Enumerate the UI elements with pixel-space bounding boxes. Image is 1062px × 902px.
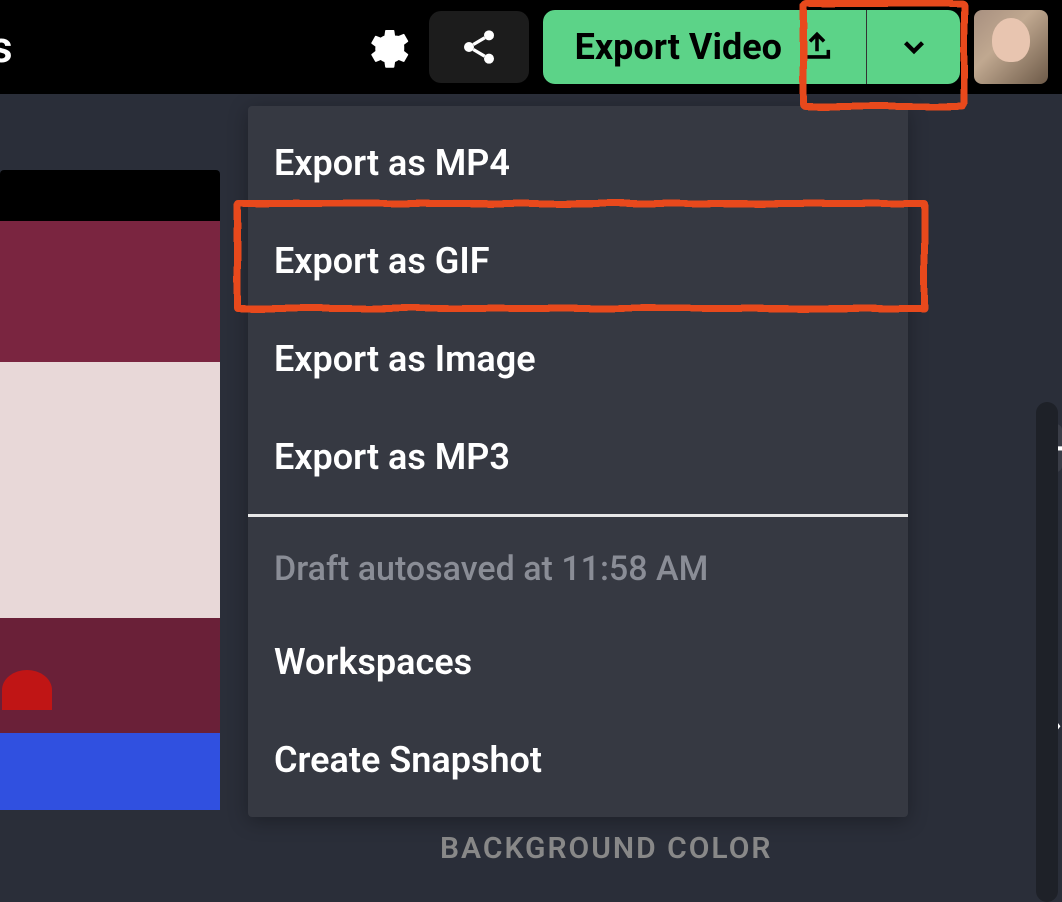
menu-item-label: Workspaces <box>274 641 472 683</box>
menu-item-label: Export as MP3 <box>274 436 510 478</box>
background-color-label: BACKGROUND COLOR <box>440 831 772 866</box>
autosave-status: Draft autosaved at 11:58 AM <box>248 525 908 613</box>
export-button-group: Export Video <box>543 10 960 84</box>
menu-item-label: Export as GIF <box>274 240 490 282</box>
share-icon <box>459 27 499 67</box>
menu-item-snapshot[interactable]: Create Snapshot <box>248 711 908 809</box>
avatar-face <box>992 18 1030 62</box>
upload-icon <box>800 30 834 64</box>
menu-item-export-gif[interactable]: Export as GIF <box>248 212 908 310</box>
settings-button[interactable] <box>359 19 415 75</box>
top-toolbar: s Export Video <box>0 0 1062 94</box>
export-dropdown-menu: Export as MP4 Export as GIF Export as Im… <box>248 106 908 817</box>
export-video-button[interactable]: Export Video <box>543 10 866 84</box>
menu-divider <box>248 514 908 517</box>
truncated-left-text: s <box>0 21 13 73</box>
menu-item-export-mp4[interactable]: Export as MP4 <box>248 114 908 212</box>
video-preview[interactable] <box>0 170 220 810</box>
share-button[interactable] <box>429 11 529 83</box>
menu-item-workspaces[interactable]: Workspaces <box>248 613 908 711</box>
menu-item-label: Create Snapshot <box>274 739 542 781</box>
video-detail <box>2 670 52 710</box>
chevron-down-icon <box>897 30 931 64</box>
user-avatar[interactable] <box>974 10 1048 84</box>
menu-item-export-image[interactable]: Export as Image <box>248 310 908 408</box>
menu-item-export-mp3[interactable]: Export as MP3 <box>248 408 908 506</box>
export-button-label: Export Video <box>575 26 782 68</box>
gear-icon <box>365 25 409 69</box>
menu-item-label: Export as MP4 <box>274 142 510 184</box>
export-dropdown-button[interactable] <box>866 10 960 84</box>
scrollbar[interactable] <box>1036 402 1058 902</box>
menu-item-label: Export as Image <box>274 338 536 380</box>
